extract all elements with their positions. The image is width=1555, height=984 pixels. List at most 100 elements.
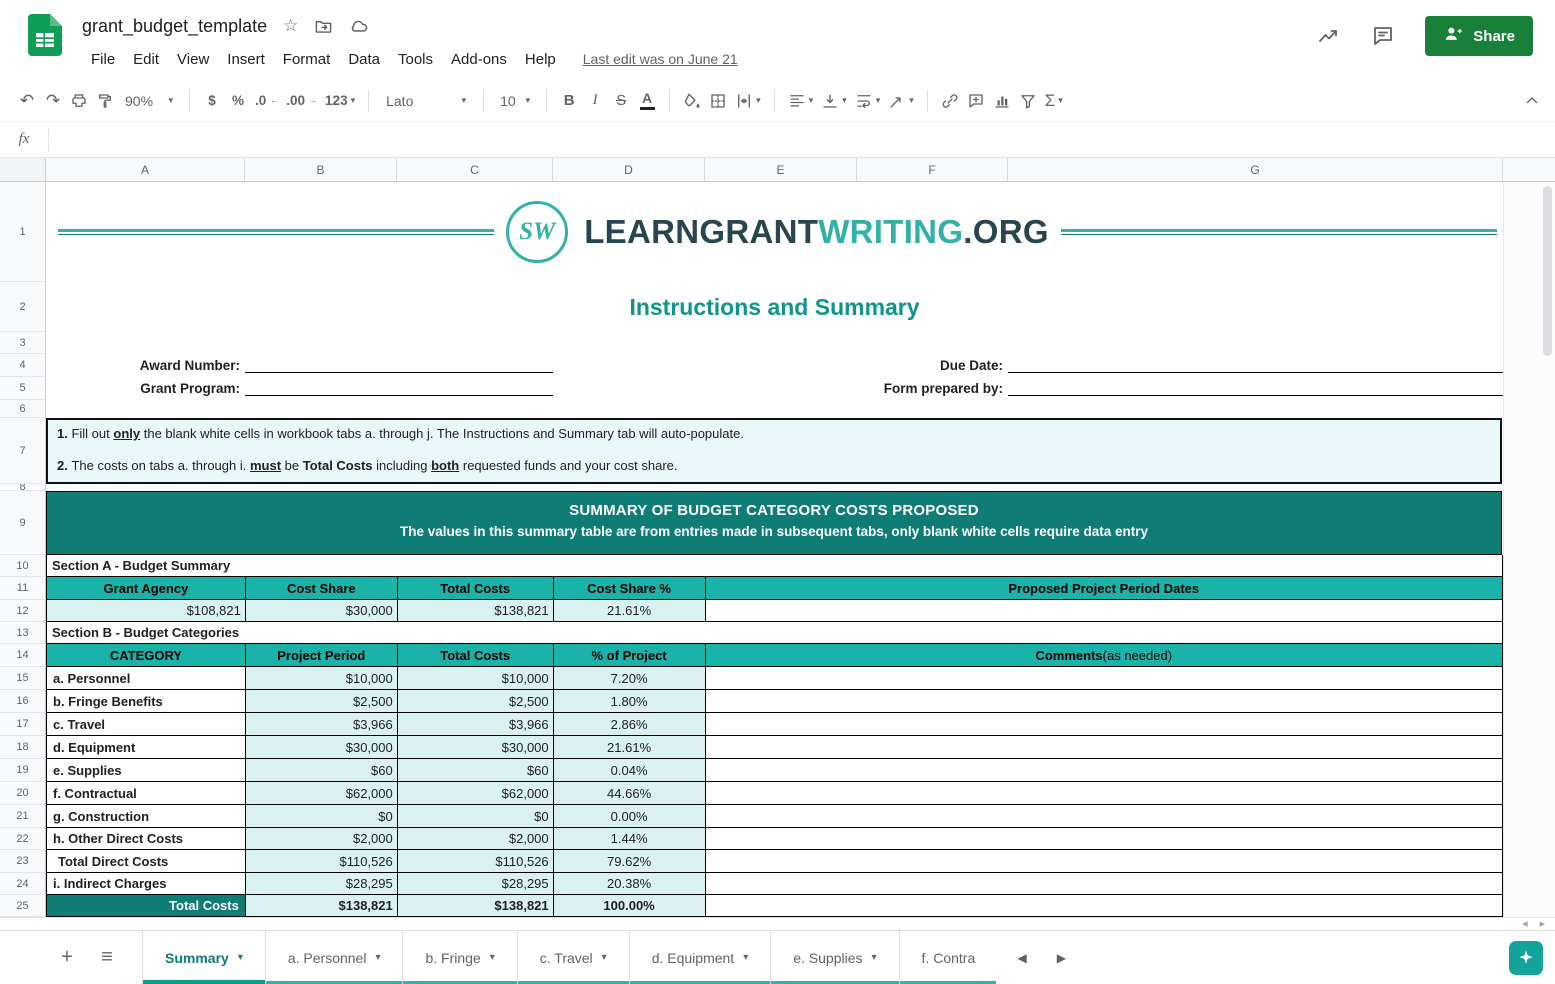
vertical-scrollbar-thumb[interactable] <box>1543 186 1552 356</box>
menu-view[interactable]: View <box>168 48 218 71</box>
row-header-9[interactable]: 9 <box>0 491 45 555</box>
project-period-dates-cell[interactable] <box>706 600 1503 622</box>
row-header-15[interactable]: 15 <box>0 667 45 690</box>
column-header-C[interactable]: C <box>397 158 553 181</box>
category-cell[interactable]: g. Construction <box>47 805 246 828</box>
vertical-align-button[interactable]: ▾ <box>817 87 851 115</box>
text-rotation-button[interactable]: ▾ <box>884 87 918 115</box>
paint-format-button[interactable] <box>92 87 118 115</box>
total-costs-value[interactable]: $138,821 <box>398 600 554 622</box>
percent-cell[interactable]: 21.61% <box>554 736 706 759</box>
header-total-costs-b[interactable]: Total Costs <box>398 644 554 667</box>
header-project-period[interactable]: Project Period <box>246 644 398 667</box>
total-costs-cell[interactable]: $3,966 <box>398 713 554 736</box>
column-header-D[interactable]: D <box>553 158 705 181</box>
category-cell[interactable]: Total Direct Costs <box>47 850 246 873</box>
total-costs-cell[interactable]: $60 <box>398 759 554 782</box>
row-header-3[interactable]: 3 <box>0 332 45 354</box>
header-pct-of-project[interactable]: % of Project <box>554 644 706 667</box>
percent-cell[interactable]: 7.20% <box>554 667 706 690</box>
row-header-4[interactable]: 4 <box>0 354 45 377</box>
section-b-title[interactable]: Section B - Budget Categories <box>47 622 1503 644</box>
comments-cell[interactable] <box>706 759 1503 782</box>
category-cell[interactable]: b. Fringe Benefits <box>47 690 246 713</box>
due-date-input[interactable] <box>1008 372 1503 373</box>
header-project-period-dates[interactable]: Proposed Project Period Dates <box>706 577 1503 600</box>
column-header-F[interactable]: F <box>857 158 1008 181</box>
share-button[interactable]: Share <box>1425 16 1533 56</box>
row-header-19[interactable]: 19 <box>0 759 45 782</box>
format-percent-button[interactable]: % <box>225 87 251 115</box>
award-number-input[interactable] <box>245 372 553 373</box>
comments-cell[interactable] <box>706 828 1503 850</box>
insert-chart-button[interactable] <box>989 87 1015 115</box>
project-period-cell[interactable]: $110,526 <box>246 850 398 873</box>
text-color-button[interactable]: A <box>634 87 660 115</box>
tab-a-personnel[interactable]: a. Personnel▾ <box>266 931 404 984</box>
column-header-A[interactable]: A <box>46 158 245 181</box>
category-cell[interactable]: f. Contractual <box>47 782 246 805</box>
percent-cell[interactable]: 20.38% <box>554 873 706 895</box>
tab-e-supplies[interactable]: e. Supplies▾ <box>771 931 899 984</box>
font-select[interactable]: Lato ▾ <box>378 87 474 115</box>
category-cell[interactable]: e. Supplies <box>47 759 246 782</box>
horizontal-align-button[interactable]: ▾ <box>784 87 818 115</box>
header-cost-share[interactable]: Cost Share <box>246 577 398 600</box>
total-costs-cell[interactable]: $28,295 <box>398 873 554 895</box>
header-total-costs[interactable]: Total Costs <box>398 577 554 600</box>
header-cost-share-pct[interactable]: Cost Share % <box>554 577 706 600</box>
comments-cell[interactable] <box>706 736 1503 759</box>
last-edit-link[interactable]: Last edit was on June 21 <box>583 51 738 67</box>
row-header-8[interactable]: 8 <box>0 484 45 491</box>
column-header-E[interactable]: E <box>705 158 857 181</box>
project-period-cell[interactable]: $30,000 <box>246 736 398 759</box>
row-header-17[interactable]: 17 <box>0 713 45 736</box>
row-header-11[interactable]: 11 <box>0 577 45 600</box>
column-header-G[interactable]: G <box>1008 158 1503 181</box>
column-header-B[interactable]: B <box>245 158 397 181</box>
tab-caret-icon[interactable]: ▾ <box>375 952 380 963</box>
redo-button[interactable]: ↷ <box>40 87 66 115</box>
zoom-select[interactable]: 90% ▾ <box>118 87 180 115</box>
total-costs-cell[interactable]: $110,526 <box>398 850 554 873</box>
total-costs-cell[interactable]: $62,000 <box>398 782 554 805</box>
move-folder-icon[interactable] <box>314 17 333 36</box>
bold-button[interactable]: B <box>556 87 582 115</box>
percent-cell[interactable]: 1.44% <box>554 828 706 850</box>
row-header-2[interactable]: 2 <box>0 282 45 332</box>
text-wrap-button[interactable]: ▾ <box>851 87 885 115</box>
tabs-scroll-right-icon[interactable]: ▶ <box>1057 951 1066 965</box>
row-header-18[interactable]: 18 <box>0 736 45 759</box>
decrease-decimals-button[interactable]: .0← <box>251 87 282 115</box>
cost-share-pct-value[interactable]: 21.61% <box>554 600 706 622</box>
percent-cell[interactable]: 0.00% <box>554 805 706 828</box>
row-header-6[interactable]: 6 <box>0 400 45 418</box>
select-all-corner[interactable] <box>0 158 46 181</box>
formula-input[interactable] <box>49 122 1555 157</box>
percent-cell[interactable]: 2.86% <box>554 713 706 736</box>
scroll-left-icon[interactable]: ◀ <box>1522 920 1527 928</box>
tab-b-fringe[interactable]: b. Fringe▾ <box>403 931 517 984</box>
tab-f-contra[interactable]: f. Contra <box>900 931 996 984</box>
all-sheets-button[interactable]: ≡ <box>90 941 124 975</box>
project-period-cell[interactable]: $2,000 <box>246 828 398 850</box>
vertical-scrollbar-area[interactable] <box>1503 182 1555 917</box>
category-cell[interactable]: c. Travel <box>47 713 246 736</box>
row-header-13[interactable]: 13 <box>0 622 45 644</box>
comments-cell[interactable] <box>706 713 1503 736</box>
project-period-cell[interactable]: $0 <box>246 805 398 828</box>
menu-data[interactable]: Data <box>339 48 389 71</box>
tab-caret-icon[interactable]: ▾ <box>743 952 748 963</box>
number-format-select[interactable]: 123▾ <box>321 87 359 115</box>
merge-cells-button[interactable]: ▾ <box>731 87 765 115</box>
project-period-cell[interactable]: $28,295 <box>246 873 398 895</box>
print-button[interactable] <box>66 87 92 115</box>
tab-caret-icon[interactable]: ▾ <box>872 952 877 963</box>
category-cell[interactable]: i. Indirect Charges <box>47 873 246 895</box>
total-costs-cell[interactable]: $2,000 <box>398 828 554 850</box>
borders-button[interactable] <box>705 87 731 115</box>
total-pct-value[interactable]: 100.00% <box>554 895 706 917</box>
menu-tools[interactable]: Tools <box>389 48 442 71</box>
section-a-title[interactable]: Section A - Budget Summary <box>47 555 1503 577</box>
total-project-period-value[interactable]: $138,821 <box>246 895 398 917</box>
